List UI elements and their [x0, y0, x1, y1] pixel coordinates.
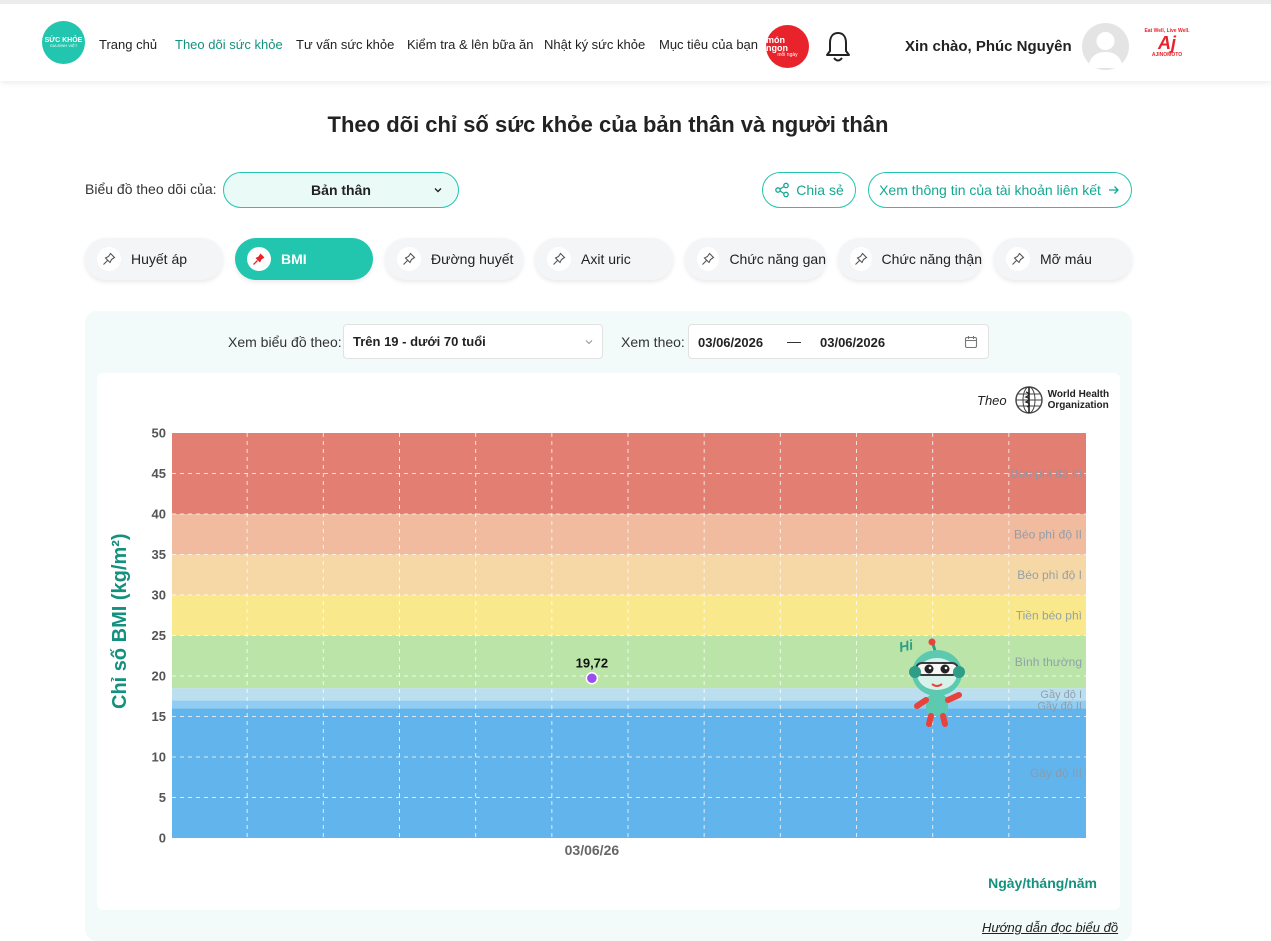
nav-health-tracking[interactable]: Theo dõi sức khỏe [175, 37, 283, 52]
pin-icon [403, 252, 416, 265]
who-org-line-2: Organization [1047, 400, 1109, 411]
tab-label: Mỡ máu [1040, 251, 1092, 267]
subject-select-value: Bản thân [311, 182, 371, 198]
avatar-person-icon [1088, 32, 1123, 68]
linked-account-button[interactable]: Xem thông tin của tài khoản liên kết [868, 172, 1132, 208]
ajinomoto-mark: Aj [1158, 33, 1176, 53]
pin-filled-icon [253, 253, 265, 265]
mon-ngon-logo-text: món ngon [766, 34, 788, 54]
tab-label: Đường huyết [431, 251, 514, 267]
tab-blood-sugar[interactable]: Đường huyết [385, 238, 523, 280]
tab-blood-lipids[interactable]: Mỡ máu [994, 238, 1132, 280]
nav-health-advice[interactable]: Tư vấn sức khỏe [296, 37, 394, 52]
tab-label: BMI [281, 251, 307, 267]
date-range-picker[interactable]: 03/06/2026 — 03/06/2026 [688, 324, 989, 359]
share-button-label: Chia sẻ [796, 182, 844, 198]
linked-account-button-label: Xem thông tin của tài khoản liên kết [879, 182, 1101, 198]
who-source: Theo World Health Organization [977, 384, 1109, 416]
chevron-down-icon [585, 340, 593, 345]
tab-blood-pressure[interactable]: Huyết áp [85, 238, 223, 280]
date-separator: — [787, 333, 801, 349]
pin-icon [702, 252, 715, 265]
share-icon [775, 182, 790, 198]
site-logo[interactable]: SỨC KHỎE GIA ĐÌNH VIỆT [42, 21, 85, 64]
subject-select-label: Biểu đồ theo dõi của: [85, 181, 217, 197]
pin-icon [103, 252, 116, 265]
notification-bell-icon[interactable] [823, 30, 853, 64]
share-button[interactable]: Chia sẻ [762, 172, 856, 208]
who-org-name: World Health Organization [1048, 389, 1109, 411]
nav-goals[interactable]: Mục tiêu của bạn [659, 37, 758, 52]
mon-ngon-logo-subtext: mỗi ngày [777, 51, 798, 58]
age-group-select[interactable]: Trên 19 - dưới 70 tuổi [343, 324, 603, 359]
user-greeting: Xin chào, Phúc Nguyên [905, 38, 1072, 55]
who-emblem-logo [1014, 386, 1043, 414]
age-filter-label: Xem biểu đồ theo: [228, 334, 342, 350]
nav-health-diary[interactable]: Nhật ký sức khỏe [544, 37, 645, 52]
nav-home[interactable]: Trang chủ [99, 37, 157, 52]
tab-label: Chức năng gan [729, 251, 826, 267]
tab-bmi[interactable]: BMI [235, 238, 373, 280]
chart-card [97, 373, 1120, 910]
user-avatar[interactable] [1082, 23, 1129, 70]
calendar-icon[interactable] [964, 335, 978, 349]
tab-liver-function[interactable]: Chức năng gan [685, 238, 826, 280]
tab-label: Axit uric [581, 251, 631, 267]
chart-guide-link[interactable]: Hướng dẫn đọc biểu đồ [982, 920, 1118, 935]
y-axis-label: Chỉ số BMI (kg/m²) [109, 533, 131, 709]
site-logo-subtext: GIA ĐÌNH VIỆT [49, 43, 78, 49]
top-navbar: SỨC KHỎE GIA ĐÌNH VIỆT Trang chủ Theo dõ… [0, 0, 1271, 81]
page-title: Theo dõi chỉ số sức khỏe của bản thân và… [327, 112, 889, 137]
date-to-input[interactable]: 03/06/2026 [820, 335, 885, 350]
pin-icon [854, 252, 868, 265]
tab-label: Huyết áp [131, 251, 188, 267]
pin-icon [1012, 252, 1025, 265]
nav-meal-check[interactable]: Kiểm tra & lên bữa ăn [407, 37, 534, 52]
tab-kidney-function[interactable]: Chức năng thận [838, 238, 982, 280]
ajinomoto-name: AJINOMOTO [1151, 52, 1183, 58]
date-from-input[interactable]: 03/06/2026 [698, 335, 763, 350]
age-group-value: Trên 19 - dưới 70 tuổi [353, 334, 486, 349]
pin-icon [553, 252, 566, 265]
tab-label: Chức năng thận [881, 251, 982, 267]
ajinomoto-logo[interactable]: Eat Well, Live Well. Aj AJINOMOTO [1143, 28, 1191, 68]
tab-uric-acid[interactable]: Axit uric [535, 238, 673, 280]
arrow-right-icon [1108, 186, 1119, 194]
mon-ngon-logo[interactable]: món ngon mỗi ngày [766, 25, 809, 68]
date-range-label: Xem theo: [621, 334, 685, 350]
who-org-line-1: World Health [1047, 389, 1110, 400]
subject-select[interactable]: Bản thân [223, 172, 459, 208]
source-prefix: Theo [977, 392, 1007, 408]
chevron-down-icon [434, 188, 442, 193]
